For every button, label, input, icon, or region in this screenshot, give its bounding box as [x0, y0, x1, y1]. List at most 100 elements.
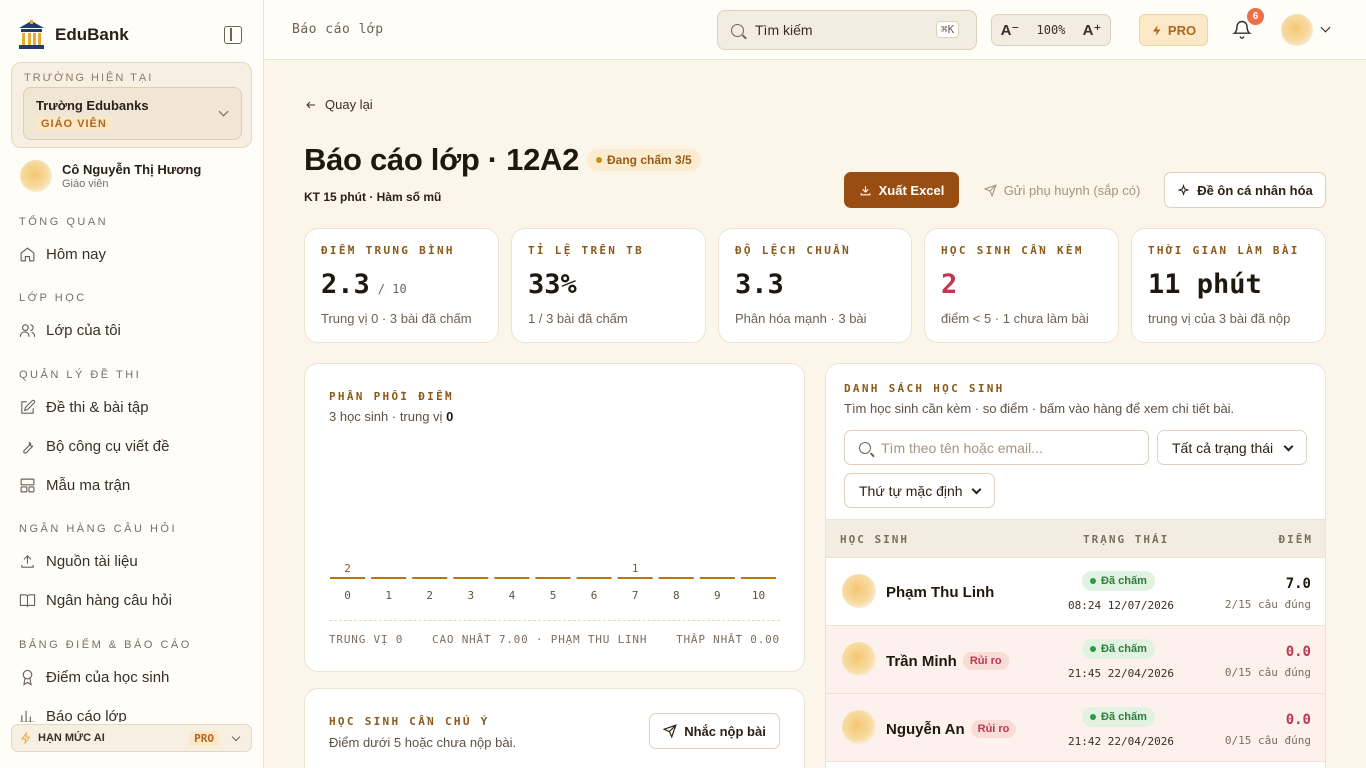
x-tick-label: 1: [385, 589, 392, 602]
sidebar-item-my-classes[interactable]: Lớp của tôi: [19, 322, 121, 339]
stat-subtext: Phân hóa mạnh · 3 bài: [735, 311, 867, 326]
table-header: HỌC SINH TRẠNG THÁI ĐIỂM: [826, 519, 1325, 558]
sidebar-item-class-report[interactable]: Báo cáo lớp: [19, 708, 127, 722]
ai-quota[interactable]: HẠN MỨC AI PRO: [11, 724, 252, 752]
send-icon: [983, 183, 997, 197]
status-filter-select[interactable]: Tất cả trạng thái: [1157, 430, 1307, 465]
back-label: Quay lại: [325, 97, 373, 112]
risk-badge: Rủi ro: [962, 652, 1009, 670]
attention-caption: HỌC SINH CẦN CHÚ Ý: [329, 715, 490, 728]
table-row[interactable]: Phạm Thu Linh Đã chấm 08:24 12/07/2026 7…: [826, 558, 1325, 626]
bar-value-label: 2: [344, 562, 351, 575]
section-question-bank: NGÂN HÀNG CÂU HỎI: [19, 523, 178, 535]
sidebar-item-today[interactable]: Hôm nay: [19, 246, 106, 263]
school-select[interactable]: Trường Edubanks GIÁO VIÊN: [23, 87, 242, 140]
status-dot-icon: [596, 157, 602, 163]
column-student[interactable]: HỌC SINH: [840, 533, 909, 546]
x-tick-label: 10: [752, 589, 765, 602]
distribution-bar[interactable]: [699, 577, 735, 579]
distribution-chart: 2 0 1 2 3 4 5 6 1 7 8 9 10: [330, 562, 776, 602]
global-search[interactable]: Tìm kiếm ⌘K: [717, 10, 977, 50]
column-status[interactable]: TRẠNG THÁI: [1083, 533, 1169, 546]
stat-card-average: ĐIỂM TRUNG BÌNH 2.3 / 10 Trung vị 0 · 3 b…: [304, 228, 499, 343]
personal-review-button[interactable]: Đề ôn cá nhân hóa: [1164, 172, 1326, 208]
school-name: Trường Edubanks: [36, 98, 149, 113]
ai-quota-label: HẠN MỨC AI: [38, 732, 105, 744]
award-icon: [22, 669, 33, 686]
sidebar-item-label: Lớp của tôi: [46, 322, 121, 339]
student-name: Nguyễn An: [886, 721, 965, 738]
chevron-down-icon: [218, 106, 229, 117]
remind-submit-button[interactable]: Nhắc nộp bài: [649, 713, 780, 749]
distribution-bar[interactable]: [617, 577, 653, 579]
stat-card-duration: THỜI GIAN LÀM BÀI 11 phút trung vị của 3…: [1131, 228, 1326, 343]
correct-count: 0/15 câu đúng: [1224, 734, 1311, 747]
student-search-placeholder: Tìm theo tên hoặc email...: [881, 439, 1043, 456]
distribution-bar[interactable]: [658, 577, 694, 579]
attention-card: HỌC SINH CẦN CHÚ Ý Điểm dưới 5 hoặc chưa…: [304, 688, 805, 768]
distribution-bar[interactable]: [494, 577, 530, 579]
student-name: Phạm Thu Linh: [886, 584, 995, 601]
book-icon: [19, 594, 36, 607]
send-parent-button[interactable]: Gửi phụ huynh (sắp có): [972, 172, 1152, 208]
page-subtitle: KT 15 phút · Hàm số mũ: [304, 190, 442, 204]
sidebar-item-matrix-templates[interactable]: Mẫu ma trận: [19, 477, 130, 494]
ai-quota-badge: PRO: [189, 730, 219, 746]
sort-select[interactable]: Thứ tự mặc định: [844, 473, 995, 508]
student-search-input[interactable]: Tìm theo tên hoặc email...: [844, 430, 1149, 465]
sidebar-item-sources[interactable]: Nguồn tài liệu: [19, 553, 138, 570]
sidebar-collapse-icon[interactable]: [224, 26, 242, 44]
sidebar-item-label: Nguồn tài liệu: [46, 553, 138, 570]
status-filter-value: Tất cả trạng thái: [1172, 439, 1274, 456]
sidebar-item-exams[interactable]: Đề thi & bài tập: [19, 399, 149, 416]
stat-card-std-dev: ĐỘ LỆCH CHUẨN 3.3 Phân hóa mạnh · 3 bài: [718, 228, 912, 343]
download-icon: [860, 185, 870, 195]
distribution-bar[interactable]: [453, 577, 489, 579]
page-title: Báo cáo lớp · 12A2: [304, 142, 580, 177]
student-score: 7.0: [1285, 576, 1311, 592]
table-row[interactable]: Nguyễn An Rủi ro Đã chấm 21:42 22/04/2026…: [826, 694, 1325, 762]
stat-value: 11 phút: [1148, 269, 1262, 300]
role-badge: GIÁO VIÊN: [36, 117, 112, 131]
stat-card-pass-rate: TỈ LỆ TRÊN TB 33% 1 / 3 bài đã chấm: [511, 228, 706, 343]
table-row[interactable]: Trần Minh Rủi ro Đã chấm 21:45 22/04/2026…: [826, 626, 1325, 694]
back-link[interactable]: Quay lại: [305, 97, 373, 112]
column-score[interactable]: ĐIỂM: [1279, 533, 1314, 546]
users-icon: [19, 324, 36, 337]
student-score: 0.0: [1285, 644, 1311, 660]
chart-icon: [20, 710, 35, 722]
zoom-in-button[interactable]: A⁺: [1083, 21, 1102, 39]
export-excel-button[interactable]: Xuất Excel: [844, 172, 959, 208]
attention-subtitle: Điểm dưới 5 hoặc chưa nộp bài.: [329, 735, 517, 750]
chevron-down-icon[interactable]: [1320, 22, 1331, 33]
x-tick-label: 0: [344, 589, 351, 602]
sort-value: Thứ tự mặc định: [859, 482, 963, 499]
search-shortcut: ⌘K: [936, 21, 960, 38]
avatar[interactable]: [1281, 14, 1313, 46]
sidebar-item-label: Bộ công cụ viết đề: [46, 438, 170, 455]
sidebar-item-student-scores[interactable]: Điểm của học sinh: [19, 669, 169, 686]
status-dot-icon: [1090, 714, 1096, 720]
distribution-bar[interactable]: [371, 577, 407, 579]
brand[interactable]: EduBank: [18, 20, 129, 50]
student-name-cell: Nguyễn An Rủi ro: [886, 720, 1017, 738]
sidebar-item-label: Hôm nay: [46, 246, 107, 263]
distribution-bar[interactable]: [412, 577, 448, 579]
min-label: THẤP NHẤT 0.00: [676, 633, 780, 646]
sidebar-item-authoring-tools[interactable]: Bộ công cụ viết đề: [19, 438, 169, 455]
distribution-bar[interactable]: [576, 577, 612, 579]
sidebar-item-question-bank[interactable]: Ngân hàng câu hỏi: [19, 592, 172, 609]
zoom-out-button[interactable]: A⁻: [1001, 21, 1020, 39]
distribution-bar[interactable]: [330, 577, 366, 579]
pro-button[interactable]: PRO: [1139, 14, 1208, 46]
distribution-bar[interactable]: [740, 577, 776, 579]
export-label: Xuất Excel: [878, 182, 945, 198]
pro-label: PRO: [1167, 22, 1197, 38]
student-score: 0.0: [1285, 712, 1311, 728]
wrench-icon: [23, 441, 34, 454]
stat-caption: HỌC SINH CẦN KÈM: [941, 244, 1084, 257]
distribution-bar[interactable]: [535, 577, 571, 579]
user-profile[interactable]: Cô Nguyễn Thị Hương Giáo viên: [20, 160, 201, 192]
correct-count: 0/15 câu đúng: [1224, 666, 1311, 679]
personal-review-label: Đề ôn cá nhân hóa: [1197, 182, 1313, 198]
